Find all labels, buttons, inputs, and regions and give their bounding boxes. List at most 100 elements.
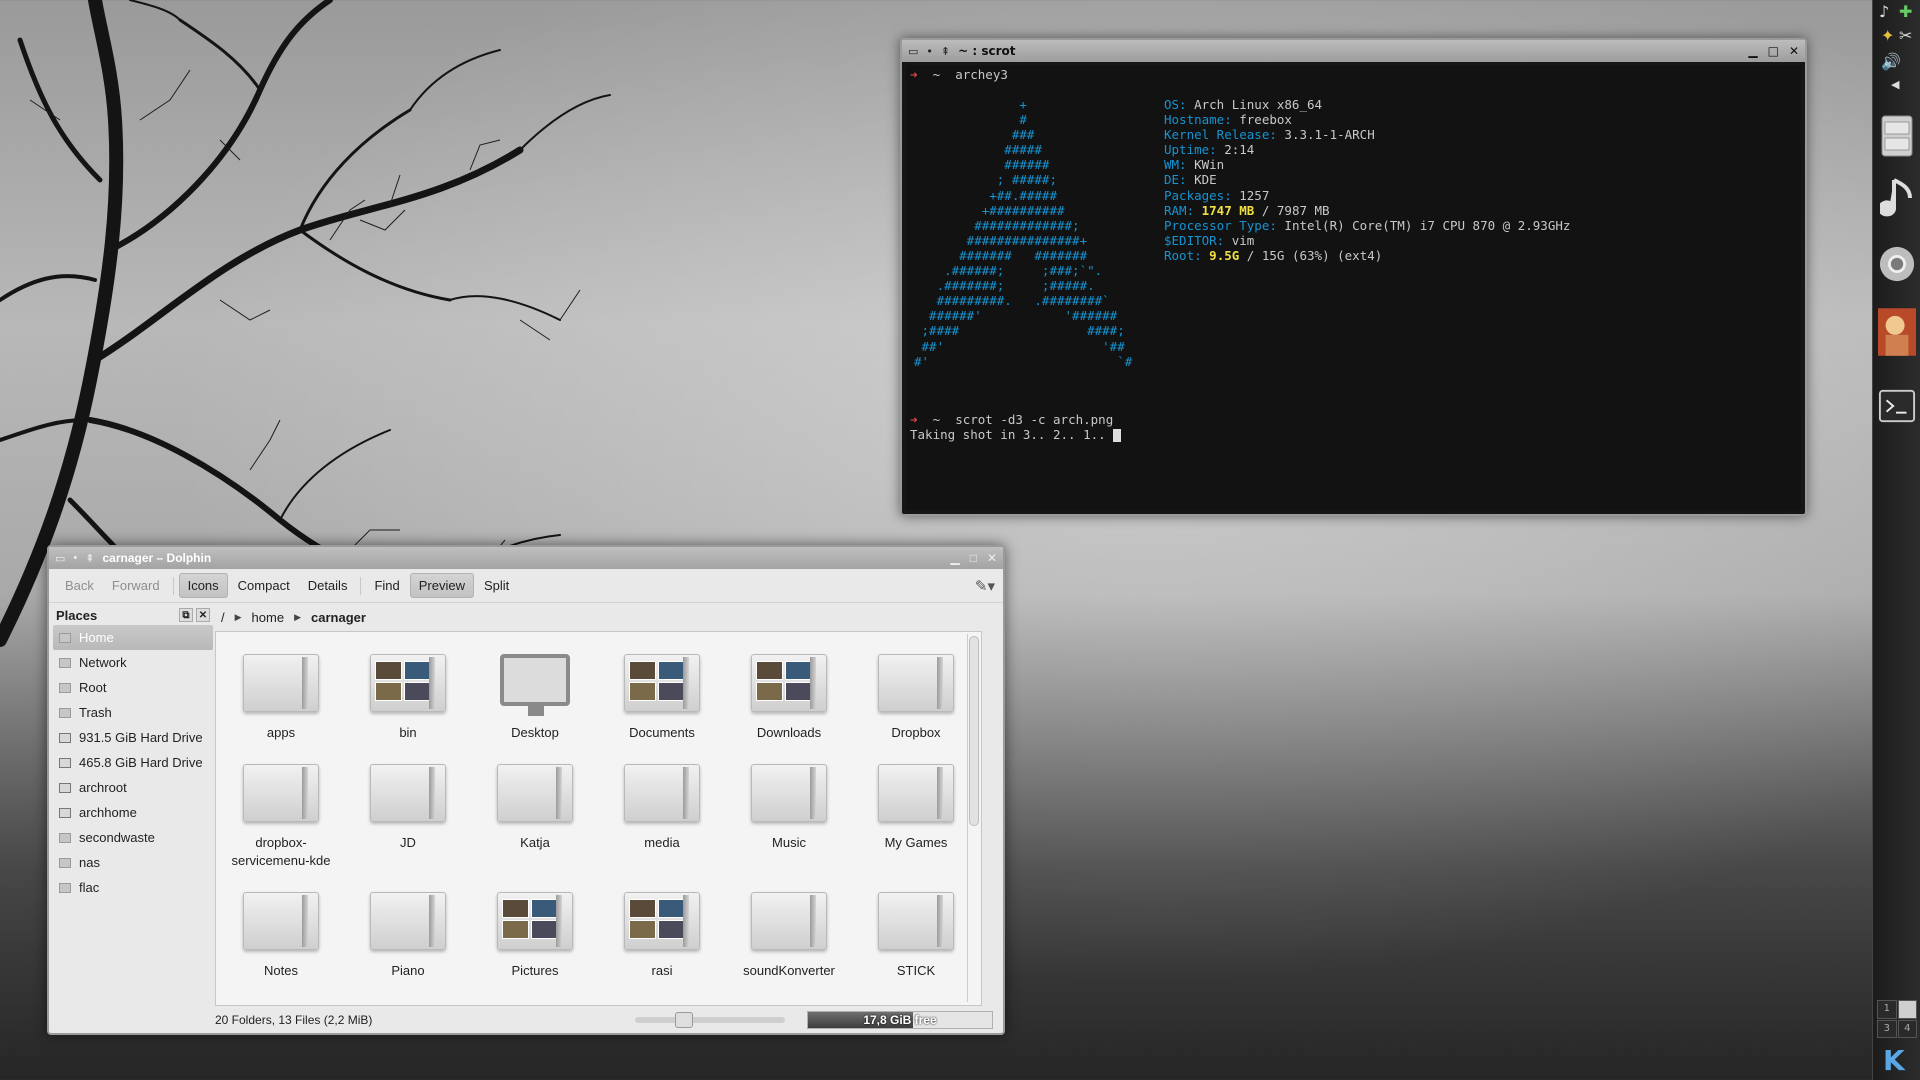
desktop-4[interactable]: 4 <box>1897 1019 1917 1038</box>
keep-above-icon[interactable]: ⇞ <box>85 552 94 565</box>
breadcrumb: / ▶ home ▶ carnager <box>221 607 366 627</box>
music-launcher-icon[interactable] <box>1878 172 1916 224</box>
terminal-body[interactable]: ➜ ~ archey3 + # ### ##### ###### ; #####… <box>906 65 1801 510</box>
on-all-desktops-icon[interactable]: • <box>73 552 77 564</box>
place-item-931-5-gib-hard-drive[interactable]: 931.5 GiB Hard Drive <box>53 725 213 750</box>
info-key: Processor Type: <box>1164 217 1277 233</box>
breadcrumb-home[interactable]: home <box>252 610 285 625</box>
volume-tray-icon[interactable]: 🔊 <box>1881 52 1901 71</box>
scrollbar-thumb[interactable] <box>969 636 979 826</box>
terminal-launcher-icon[interactable] <box>1878 380 1916 432</box>
window-menu-icon[interactable]: ▭ <box>908 45 918 58</box>
file-item[interactable]: STICK <box>856 892 976 980</box>
back-button[interactable]: Back <box>57 574 102 597</box>
place-item-archhome[interactable]: archhome <box>53 800 213 825</box>
zoom-slider-handle[interactable] <box>675 1012 693 1028</box>
kde-menu-icon[interactable]: K <box>1883 1044 1913 1077</box>
maximize-icon[interactable]: □ <box>1768 44 1779 58</box>
place-item-flac[interactable]: flac <box>53 875 213 900</box>
find-button[interactable]: Find <box>366 574 407 597</box>
file-item[interactable]: apps <box>221 654 341 742</box>
place-item-archroot[interactable]: archroot <box>53 775 213 800</box>
dolphin-window[interactable]: ▭ • ⇞ carnager – Dolphin ▁ □ ✕ Back Forw… <box>47 545 1005 1035</box>
terminal-window[interactable]: ▭ • ⇞ ~ : scrot ▁ □ ✕ ➜ ~ archey3 + # ##… <box>900 38 1807 516</box>
file-item[interactable]: soundKonverter <box>729 892 849 980</box>
file-item[interactable]: My Games <box>856 764 976 852</box>
desktop-1[interactable]: 1 <box>1877 1000 1897 1019</box>
ascii-art-line: +########## <box>914 202 1065 218</box>
maximize-icon[interactable]: □ <box>970 551 977 565</box>
file-item[interactable]: media <box>602 764 722 852</box>
place-item-home[interactable]: Home <box>53 625 213 650</box>
dolphin-titlebar[interactable]: ▭ • ⇞ carnager – Dolphin ▁ □ ✕ <box>49 547 1003 569</box>
file-item[interactable]: Piano <box>348 892 468 980</box>
on-all-desktops-icon[interactable]: • <box>926 45 933 58</box>
terminal-titlebar[interactable]: ▭ • ⇞ ~ : scrot ▁ □ ✕ <box>902 40 1805 62</box>
file-item[interactable]: JD <box>348 764 468 852</box>
file-item[interactable]: Music <box>729 764 849 852</box>
place-label: 931.5 GiB Hard Drive <box>79 730 203 745</box>
compact-view-button[interactable]: Compact <box>230 574 298 597</box>
desktop-3[interactable]: 3 <box>1877 1019 1897 1038</box>
album-art-launcher-icon[interactable] <box>1878 306 1916 358</box>
folder-icon <box>243 892 319 950</box>
breadcrumb-current[interactable]: carnager <box>311 610 366 625</box>
desktop-2[interactable] <box>1897 1000 1917 1019</box>
place-item-nas[interactable]: nas <box>53 850 213 875</box>
file-item[interactable]: Katja <box>475 764 595 852</box>
file-label: Notes <box>264 963 298 978</box>
ascii-art-line: ####### ####### <box>914 247 1088 263</box>
command-output: Taking shot in 3.. 2.. 1.. <box>910 427 1122 442</box>
home-icon <box>59 632 71 643</box>
place-item-root[interactable]: Root <box>53 675 213 700</box>
vertical-scrollbar[interactable] <box>967 634 979 1002</box>
output-text: Taking shot in 3.. 2.. 1.. <box>910 427 1114 442</box>
notification-tray-icon[interactable]: ✦ <box>1881 26 1894 45</box>
details-view-button[interactable]: Details <box>300 574 356 597</box>
file-label: My Games <box>884 835 948 850</box>
place-item-trash[interactable]: Trash <box>53 700 213 725</box>
trash-icon <box>59 707 71 718</box>
folder-preview-icon <box>497 892 573 950</box>
preview-button[interactable]: Preview <box>409 573 474 598</box>
music-player-tray-icon[interactable]: ♪ <box>1879 2 1889 21</box>
file-item[interactable]: bin <box>348 654 468 742</box>
file-manager-launcher-icon[interactable] <box>1878 110 1916 162</box>
minimize-icon[interactable]: ▁ <box>1748 44 1757 58</box>
file-item[interactable]: rasi <box>602 892 722 980</box>
close-panel-icon[interactable]: ✕ <box>196 608 210 622</box>
file-item[interactable]: Downloads <box>729 654 849 742</box>
place-item-465-8-gib-hard-drive[interactable]: 465.8 GiB Hard Drive <box>53 750 213 775</box>
split-button[interactable]: Split <box>476 574 517 597</box>
configure-icon[interactable]: ✎▾ <box>975 577 995 595</box>
keep-above-icon[interactable]: ⇞ <box>941 45 950 58</box>
file-item[interactable]: dropbox- servicemenu-kde <box>221 764 341 870</box>
close-icon[interactable]: ✕ <box>987 551 997 565</box>
place-item-network[interactable]: Network <box>53 650 213 675</box>
file-item[interactable]: Dropbox <box>856 654 976 742</box>
place-item-secondwaste[interactable]: secondwaste <box>53 825 213 850</box>
file-item[interactable]: Documents <box>602 654 722 742</box>
file-item[interactable]: Pictures <box>475 892 595 980</box>
close-icon[interactable]: ✕ <box>1789 44 1799 58</box>
tray-expand-icon[interactable]: ◀ <box>1891 78 1899 91</box>
window-title: ~ : scrot <box>958 44 1016 58</box>
forward-button[interactable]: Forward <box>104 574 168 597</box>
window-menu-icon[interactable]: ▭ <box>55 552 65 565</box>
file-item[interactable]: Desktop <box>475 654 595 742</box>
icons-view-button[interactable]: Icons <box>178 573 228 598</box>
virtual-desktop-pager[interactable]: 134 <box>1877 1000 1917 1038</box>
prompt-arrow-icon: ➜ <box>910 412 918 427</box>
klipper-tray-icon[interactable]: ✂ <box>1899 26 1912 45</box>
network-tray-icon[interactable]: ✚ <box>1899 2 1912 21</box>
zoom-slider[interactable] <box>635 1012 785 1028</box>
breadcrumb-root[interactable]: / <box>221 610 225 625</box>
chrome-launcher-icon[interactable] <box>1878 238 1916 290</box>
file-item[interactable]: Notes <box>221 892 341 980</box>
minimize-icon[interactable]: ▁ <box>950 551 959 565</box>
file-view[interactable]: apps bin Desktop Documents Downloads Dropbox d… <box>215 631 982 1006</box>
folder-icon <box>878 892 954 950</box>
float-panel-icon[interactable]: ⧉ <box>179 608 193 622</box>
free-space-label: 17,8 GiB free <box>863 1013 937 1027</box>
info-value: 3.3.1-1-ARCH <box>1276 127 1375 143</box>
